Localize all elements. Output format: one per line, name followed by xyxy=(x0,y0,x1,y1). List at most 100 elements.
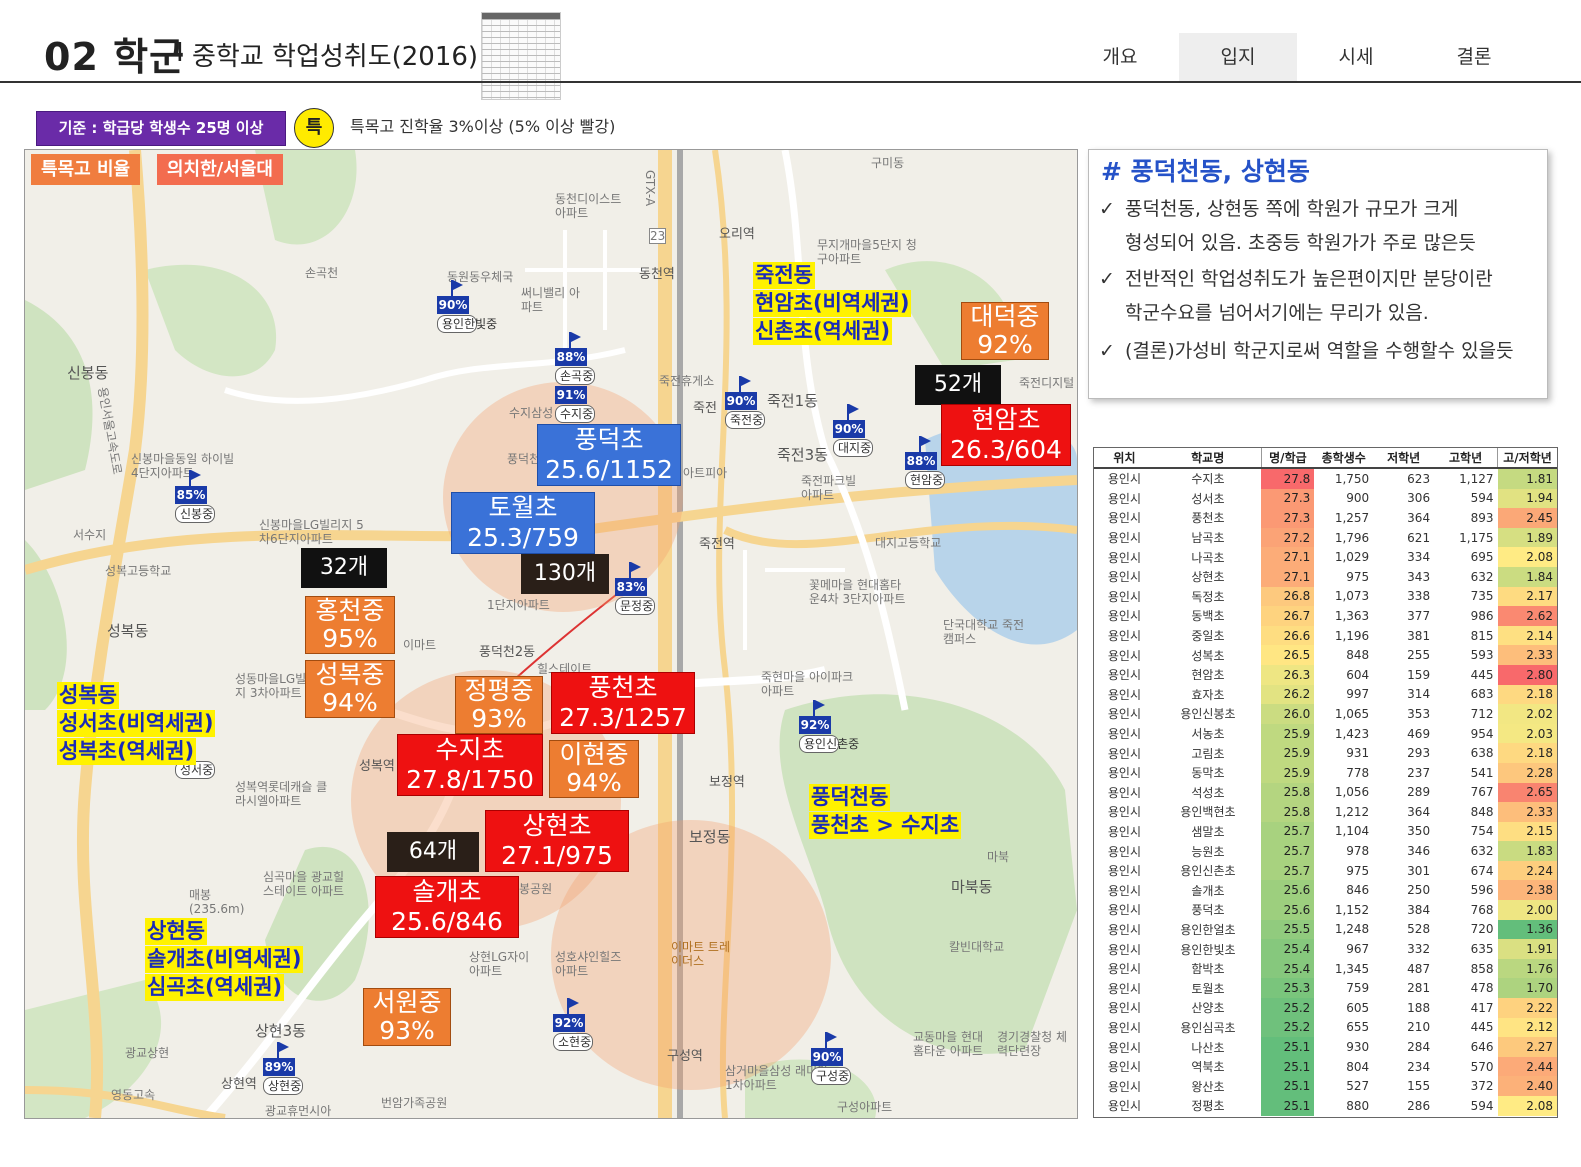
area-jukjeon: 죽전동 xyxy=(753,262,815,289)
cell-upper: 445 xyxy=(1470,667,1494,682)
seowon-label: 서원중 93% xyxy=(363,988,451,1046)
cell-location: 용인시 xyxy=(1107,511,1142,526)
school-value: 27.8/1750 xyxy=(406,765,534,794)
school-flag[interactable]: 90% 구성중 xyxy=(811,1032,851,1085)
area-jukjeon-line: 신촌초(역세권) xyxy=(753,318,893,345)
cell-school: 석성초 xyxy=(1191,785,1225,800)
school-name: 풍천초 xyxy=(588,673,658,702)
cell-location: 용인시 xyxy=(1107,864,1142,879)
title-separator: I xyxy=(176,38,184,68)
school-flag[interactable]: 91% 수지중 xyxy=(555,386,595,423)
school-flag[interactable]: 88% 손곡중 xyxy=(555,332,595,385)
table-row: 용인시 성복초 26.5 848 255 593 2.33 xyxy=(1094,645,1557,665)
table-row: 용인시 산양초 25.2 605 188 417 2.22 xyxy=(1094,998,1557,1018)
flag-pct: 91% xyxy=(555,386,587,404)
cell-school: 중일초 xyxy=(1191,629,1225,644)
school-value: 93% xyxy=(379,1016,435,1045)
cell-school: 용인백현초 xyxy=(1180,805,1236,820)
place-label: 무지개마을5단지 청구아파트 xyxy=(817,238,917,266)
school-flag[interactable]: 92% 소현중 xyxy=(553,998,593,1051)
school-name: 서원중 xyxy=(372,988,442,1017)
cell-upper: 372 xyxy=(1470,1079,1494,1094)
tab-location[interactable]: 입지 xyxy=(1179,33,1297,81)
tab-conclusion[interactable]: 결론 xyxy=(1415,33,1533,81)
cell-location: 용인시 xyxy=(1107,746,1142,761)
school-flag[interactable]: 85% 신봉중 xyxy=(175,470,215,523)
pungdeok-label: 풍덕초 25.6/1152 xyxy=(537,424,681,486)
tab-price[interactable]: 시세 xyxy=(1297,33,1415,81)
cell-total: 759 xyxy=(1346,981,1370,996)
school-flag[interactable]: 92% 용인신촌중 xyxy=(799,700,859,753)
cell-ratio: 1.89 xyxy=(1497,527,1557,548)
area-sanghyeon-line: 솔개초(비역세권) xyxy=(145,946,304,973)
cell-ratio: 2.44 xyxy=(1497,1056,1557,1077)
school-name: 현암초 xyxy=(971,405,1041,434)
cell-per-class: 25.6 xyxy=(1261,900,1315,920)
cell-ratio: 2.08 xyxy=(1497,547,1557,567)
cell-per-class: 27.3 xyxy=(1261,508,1315,528)
col-header: 고학년 xyxy=(1434,448,1498,469)
table-row: 용인시 용인백현초 25.8 1,212 364 848 2.33 xyxy=(1094,802,1557,822)
cell-total: 1,152 xyxy=(1334,902,1370,917)
cell-location: 용인시 xyxy=(1107,883,1142,898)
cell-upper: 674 xyxy=(1470,863,1494,878)
place-label: 신봉마을동일 하이빌4단지아파트 xyxy=(131,452,235,480)
cell-upper: 632 xyxy=(1470,844,1494,859)
cell-total: 604 xyxy=(1346,667,1370,682)
cell-lower: 281 xyxy=(1407,981,1431,996)
cell-total: 1,796 xyxy=(1334,530,1370,545)
cell-location: 용인시 xyxy=(1107,766,1142,781)
flag-name: 신봉중 xyxy=(175,505,215,523)
school-map[interactable]: 특목고 비율 의치한/서울대 구미동 동천디이스트 아파트 오리역 무지개마을5… xyxy=(24,149,1078,1119)
cell-total: 778 xyxy=(1346,765,1370,780)
school-flag[interactable]: 90% 용인한빛중 xyxy=(437,280,497,333)
seongbok-label: 성복중 94% xyxy=(305,660,395,718)
cell-total: 931 xyxy=(1346,746,1370,761)
place-label: 죽전디지털 xyxy=(1019,376,1075,390)
bullet-item: ✓ 전반적인 학업성취도가 높은편이지만 분당이란 학군수요를 넘어서기에는 무리… xyxy=(1099,262,1544,330)
cell-per-class: 25.8 xyxy=(1261,782,1315,803)
place-label: 영동고속 xyxy=(111,1088,156,1102)
flag-name: 문정중 xyxy=(615,597,655,615)
school-flag[interactable]: 89% 상현중 xyxy=(263,1042,303,1095)
table-header-row: 위치 학교명 명/학급 총학생수 저학년 고학년 고/저학년 xyxy=(1094,448,1557,469)
cell-location: 용인시 xyxy=(1107,1079,1142,1094)
cell-total: 655 xyxy=(1346,1020,1370,1035)
place-label: 성호샤인힐즈 아파트 xyxy=(555,950,622,978)
place-label: 이마트 xyxy=(403,638,437,652)
cell-lower: 381 xyxy=(1407,628,1431,643)
school-flag[interactable]: 83% 문정중 xyxy=(615,562,655,615)
school-flag[interactable]: 90% 죽전중 xyxy=(725,376,765,429)
cell-per-class: 25.9 xyxy=(1261,723,1315,744)
place-label: 풍덕천2동 xyxy=(479,645,536,660)
table-row: 용인시 효자초 26.2 997 314 683 2.18 xyxy=(1094,684,1557,705)
school-value: 25.6/1152 xyxy=(545,455,673,484)
table-row: 용인시 용인한얼초 25.5 1,248 528 720 1.36 xyxy=(1094,919,1557,940)
flag-pct: 90% xyxy=(811,1048,843,1066)
cell-per-class: 25.5 xyxy=(1261,919,1315,940)
school-flag[interactable]: 88% 현암중 xyxy=(905,436,945,489)
place-label: 꽃메마을 현대홈타운4차 3단지아파트 xyxy=(809,578,906,606)
cell-per-class: 27.2 xyxy=(1261,527,1315,548)
cell-ratio: 2.18 xyxy=(1497,684,1557,705)
cell-ratio: 1.36 xyxy=(1497,919,1557,940)
school-name: 상현초 xyxy=(522,811,592,840)
place-label: 광교휴먼시아 xyxy=(265,1104,332,1118)
flag-name: 용인한빛중 xyxy=(437,315,497,333)
place-label: 번암가족공원 xyxy=(381,1096,448,1110)
tab-label: 결론 xyxy=(1456,46,1492,68)
flag-name: 현암중 xyxy=(905,471,945,489)
cell-lower: 188 xyxy=(1407,1000,1431,1015)
school-value: 92% xyxy=(977,330,1033,359)
cell-lower: 286 xyxy=(1407,1098,1431,1113)
cell-school: 역북초 xyxy=(1191,1060,1225,1075)
cell-total: 1,257 xyxy=(1334,510,1370,525)
cell-location: 용인시 xyxy=(1107,922,1142,937)
school-flag[interactable]: 90% 대지중 xyxy=(833,404,873,457)
cell-lower: 343 xyxy=(1407,569,1431,584)
tab-overview[interactable]: 개요 xyxy=(1061,33,1179,81)
hongcheon-label: 홍천중 95% xyxy=(305,596,395,654)
ihyeon-label: 이현중 94% xyxy=(549,740,639,798)
bullet-text: 학군수요를 넘어서기에는 무리가 있음. xyxy=(1125,302,1429,324)
cell-upper: 815 xyxy=(1470,628,1494,643)
